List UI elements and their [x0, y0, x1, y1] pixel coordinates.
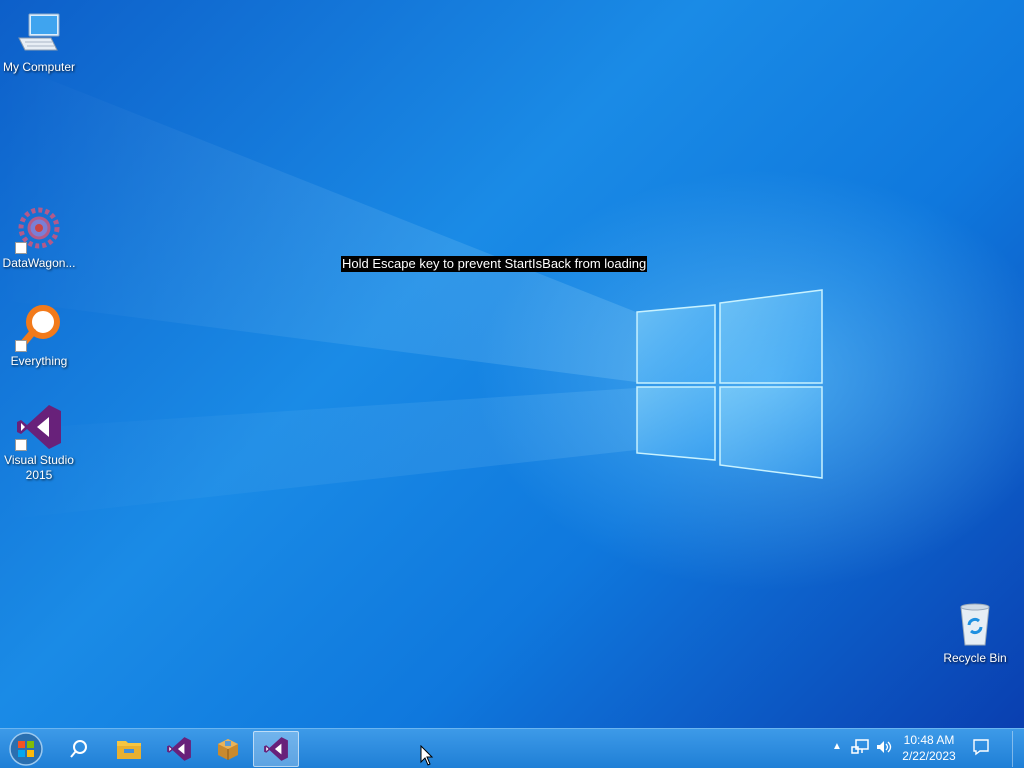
desktop-icon-everything[interactable]: Everything	[0, 304, 78, 369]
visual-studio-icon	[167, 737, 191, 761]
taskbar-clock[interactable]: 10:48 AM 2/22/2023	[896, 732, 962, 764]
taskbar: ▲ 10:48 AM 2/22/2023	[0, 728, 1024, 768]
desktop-icon-datawagon[interactable]: DataWagon...	[0, 206, 78, 271]
mouse-pointer-icon	[420, 745, 434, 766]
everything-search-icon	[15, 304, 63, 352]
file-explorer-icon	[117, 741, 141, 759]
desktop-icon-label: Visual Studio 2015	[4, 453, 74, 482]
taskbar-file-explorer-button[interactable]	[106, 731, 152, 767]
package-box-icon	[218, 739, 238, 760]
search-icon	[70, 740, 87, 758]
taskbar-package-button[interactable]	[205, 731, 251, 767]
desktop-icon-recycle-bin[interactable]: Recycle Bin	[936, 601, 1014, 666]
action-center-icon[interactable]	[972, 738, 990, 759]
startisback-notice: Hold Escape key to prevent StartIsBack f…	[341, 256, 648, 272]
desktop-icon-label: DataWagon...	[2, 256, 76, 270]
taskbar-visual-studio-button[interactable]	[156, 731, 202, 767]
clock-date: 2/22/2023	[902, 749, 956, 763]
taskbar-search-button[interactable]	[56, 731, 102, 767]
clock-time: 10:48 AM	[903, 733, 955, 747]
visual-studio-icon	[15, 403, 63, 451]
start-button[interactable]	[6, 731, 46, 767]
show-desktop-button[interactable]	[1012, 731, 1023, 767]
show-hidden-icons-chevron-icon[interactable]: ▲	[832, 741, 842, 752]
desktop-wallpaper: My Computer DataWagon... Everything Visu…	[0, 0, 1024, 728]
taskbar-visual-studio-active-button[interactable]	[253, 731, 299, 767]
desktop-icon-label: Everything	[10, 354, 68, 368]
shortcut-arrow-icon	[15, 340, 27, 352]
volume-icon[interactable]	[875, 738, 893, 759]
windows-orb-icon	[9, 732, 43, 766]
desktop-icon-visual-studio-2015[interactable]: Visual Studio 2015	[0, 403, 78, 483]
computer-icon	[15, 10, 63, 58]
shortcut-arrow-icon	[15, 439, 27, 451]
desktop-icon-label: My Computer	[2, 60, 76, 74]
recycle-bin-icon	[951, 601, 999, 649]
network-icon[interactable]	[851, 738, 869, 759]
visual-studio-icon	[264, 737, 288, 761]
shortcut-arrow-icon	[15, 242, 27, 254]
desktop-icon-label: Recycle Bin	[943, 651, 1007, 665]
desktop-icon-my-computer[interactable]: My Computer	[0, 10, 78, 75]
windows-logo-wallpaper	[0, 60, 823, 520]
datawagon-icon	[15, 206, 63, 254]
